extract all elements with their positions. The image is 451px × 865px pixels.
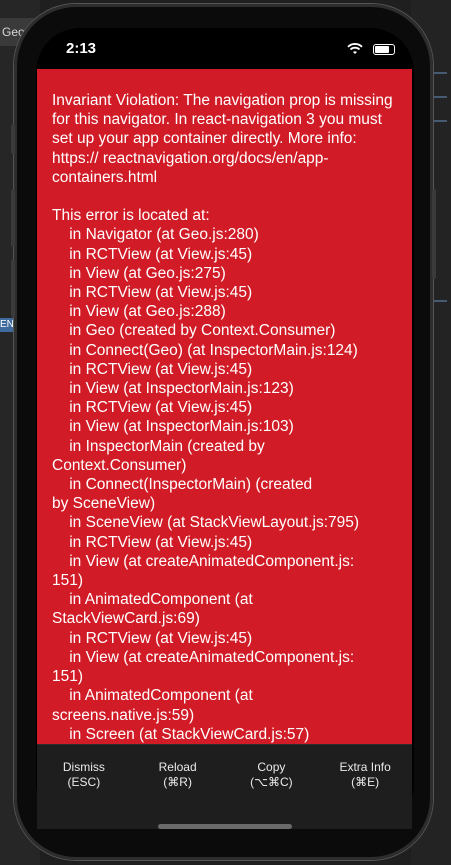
copy-button[interactable]: Copy (⌥⌘C) bbox=[225, 745, 319, 829]
dismiss-label: Dismiss bbox=[62, 760, 105, 774]
redbox-toolbar: Dismiss (ESC) Reload (⌘R) Copy (⌥⌘C) Ext… bbox=[37, 744, 412, 829]
error-redbox[interactable]: Invariant Violation: The navigation prop… bbox=[37, 69, 412, 744]
status-icons bbox=[347, 40, 395, 56]
power-button bbox=[432, 189, 436, 279]
dismiss-shortcut: (ESC) bbox=[67, 775, 101, 789]
status-time: 2:13 bbox=[66, 40, 97, 57]
reload-label: Reload bbox=[158, 760, 197, 774]
dismiss-button[interactable]: Dismiss (ESC) bbox=[37, 745, 131, 829]
home-indicator[interactable] bbox=[158, 824, 292, 829]
copy-shortcut: (⌥⌘C) bbox=[250, 775, 293, 789]
wifi-icon bbox=[347, 40, 369, 56]
reload-shortcut: (⌘R) bbox=[163, 775, 192, 789]
reload-button[interactable]: Reload (⌘R) bbox=[131, 745, 225, 829]
copy-label: Copy bbox=[257, 760, 286, 774]
extra-info-shortcut: (⌘E) bbox=[351, 775, 380, 789]
error-message: Invariant Violation: The navigation prop… bbox=[52, 92, 393, 743]
mute-switch bbox=[11, 124, 15, 154]
volume-down-button bbox=[11, 259, 15, 317]
volume-up-button bbox=[11, 189, 15, 247]
extra-info-button[interactable]: Extra Info (⌘E) bbox=[318, 745, 412, 829]
extra-info-label: Extra Info bbox=[339, 760, 391, 774]
battery-icon bbox=[373, 43, 395, 55]
